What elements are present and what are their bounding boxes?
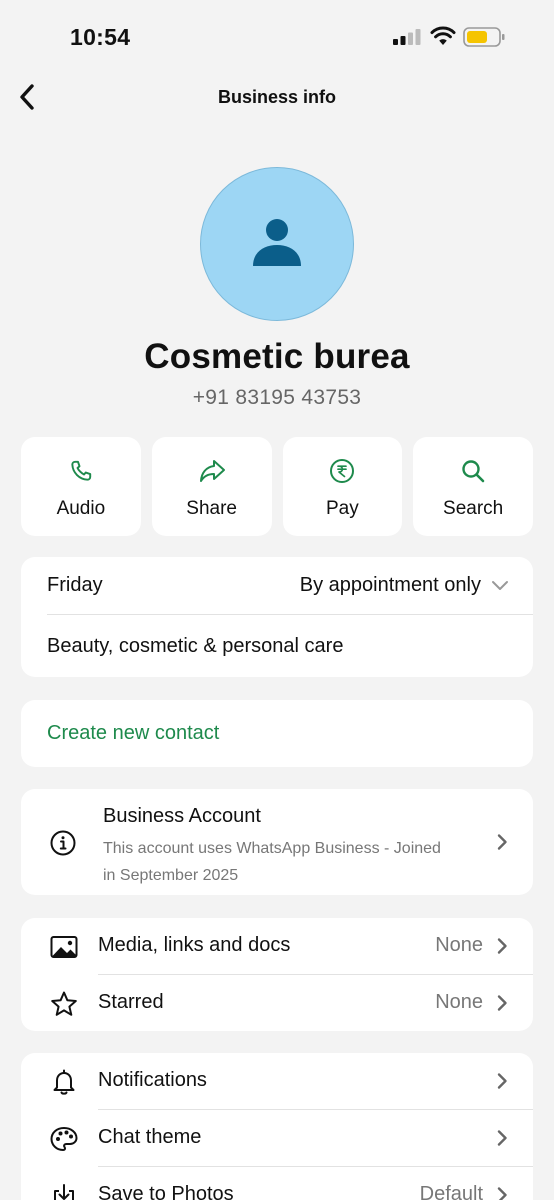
battery-icon bbox=[463, 27, 505, 47]
save-to-photos-label: Save to Photos bbox=[98, 1183, 234, 1200]
phone-icon bbox=[67, 457, 95, 485]
business-account-title: Business Account bbox=[103, 805, 261, 827]
create-new-contact-link[interactable]: Create new contact bbox=[47, 722, 219, 745]
chevron-right-icon bbox=[497, 995, 507, 1011]
save-to-photos-row[interactable]: Save to Photos Default bbox=[21, 1167, 533, 1200]
profile-phone: +91 83195 43753 bbox=[192, 386, 362, 409]
business-info-screen: 10:54 Business info Cosmetic burea +91 8… bbox=[0, 0, 554, 1200]
media-label: Media, links and docs bbox=[98, 934, 291, 956]
notifications-label: Notifications bbox=[98, 1069, 207, 1091]
divider bbox=[47, 614, 533, 615]
notifications-row[interactable]: Notifications bbox=[21, 1053, 533, 1110]
chevron-right-icon bbox=[497, 834, 507, 850]
chevron-right-icon bbox=[497, 1130, 507, 1146]
palette-icon bbox=[49, 1124, 79, 1154]
chevron-down-icon bbox=[492, 581, 508, 590]
wifi-icon bbox=[430, 26, 456, 45]
chat-theme-label: Chat theme bbox=[98, 1126, 202, 1148]
info-icon bbox=[50, 830, 76, 856]
chevron-right-icon bbox=[497, 1187, 507, 1200]
search-label: Search bbox=[443, 498, 504, 519]
star-icon bbox=[49, 989, 79, 1019]
media-value: None bbox=[435, 934, 483, 956]
action-buttons: Audio Share Pay Search bbox=[21, 437, 533, 536]
chat-theme-row[interactable]: Chat theme bbox=[21, 1110, 533, 1167]
business-account-subtitle: This account uses WhatsApp Business - Jo… bbox=[103, 840, 441, 884]
settings-card: Notifications Chat theme Save to Photos … bbox=[21, 1053, 533, 1200]
profile-name: Cosmetic burea bbox=[144, 337, 410, 376]
pay-label: Pay bbox=[326, 498, 359, 519]
create-contact-card[interactable]: Create new contact bbox=[21, 700, 533, 767]
media-card: Media, links and docs None Starred None bbox=[21, 918, 533, 1031]
person-icon bbox=[253, 219, 301, 266]
business-account-card[interactable]: Business Account This account uses Whats… bbox=[21, 789, 533, 895]
search-icon bbox=[459, 457, 487, 485]
avatar[interactable] bbox=[200, 167, 354, 321]
share-label: Share bbox=[186, 498, 237, 519]
audio-label: Audio bbox=[56, 498, 106, 519]
starred-label: Starred bbox=[98, 991, 164, 1013]
share-arrow-icon bbox=[198, 457, 226, 485]
signal-icon bbox=[393, 29, 421, 45]
business-hours-row[interactable]: Friday By appointment only bbox=[21, 557, 533, 614]
business-category: Beauty, cosmetic & personal care bbox=[47, 635, 344, 657]
starred-value: None bbox=[435, 991, 483, 1013]
download-icon bbox=[49, 1181, 79, 1200]
image-icon bbox=[49, 932, 79, 962]
pay-button[interactable]: Pay bbox=[282, 437, 403, 536]
search-button[interactable]: Search bbox=[413, 437, 533, 536]
status-time: 10:54 bbox=[70, 24, 131, 50]
media-links-docs-row[interactable]: Media, links and docs None bbox=[21, 918, 533, 975]
chevron-right-icon bbox=[497, 938, 507, 954]
rupee-icon bbox=[328, 457, 356, 485]
page-title: Business info bbox=[217, 87, 337, 107]
share-button[interactable]: Share bbox=[151, 437, 272, 536]
hours-day: Friday bbox=[47, 574, 103, 596]
status-bar: 10:54 bbox=[0, 0, 554, 70]
business-details-card: Friday By appointment only Beauty, cosme… bbox=[21, 557, 533, 677]
starred-row[interactable]: Starred None bbox=[21, 975, 533, 1031]
hours-value: By appointment only bbox=[299, 574, 481, 596]
chevron-right-icon bbox=[497, 1073, 507, 1089]
save-to-photos-value: Default bbox=[419, 1183, 483, 1200]
audio-button[interactable]: Audio bbox=[21, 437, 141, 536]
bell-icon bbox=[49, 1067, 79, 1097]
